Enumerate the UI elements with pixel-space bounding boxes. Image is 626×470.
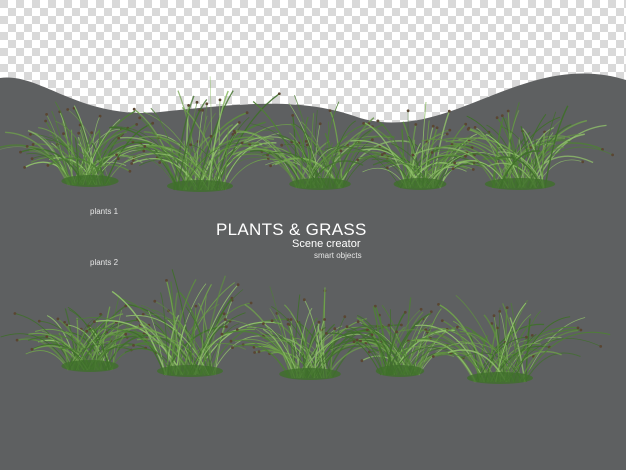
gray-background-shape <box>0 73 626 470</box>
preview-canvas: plants 1 PLANTS & GRASS Scene creator sm… <box>0 0 626 470</box>
page-title: PLANTS & GRASS <box>216 220 367 239</box>
row-label-plants-1: plants 1 <box>90 207 119 216</box>
subtitle: Scene creator <box>292 238 361 250</box>
tagline: smart objects <box>314 251 362 260</box>
row-label-plants-2: plants 2 <box>90 258 119 267</box>
